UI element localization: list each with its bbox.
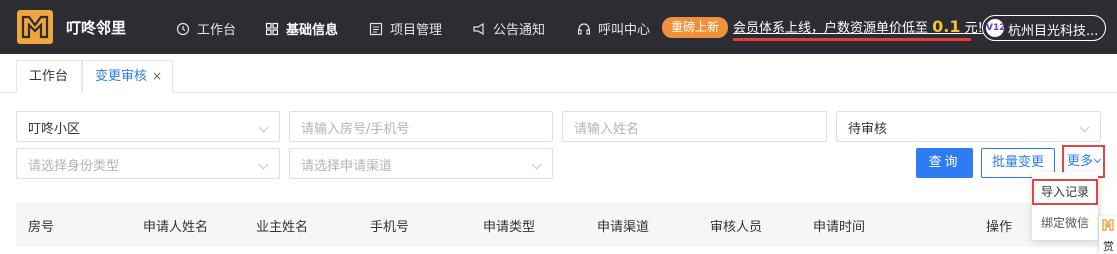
chevron-down-icon — [258, 159, 269, 170]
account-switcher[interactable]: V12 杭州目光科技... — [982, 15, 1106, 41]
nav-item-workbench[interactable]: 工作台 — [176, 19, 236, 38]
nav-item-label: 工作台 — [197, 23, 237, 38]
tab-label: 变更审核 — [95, 69, 148, 84]
side-widget-text: 赏 — [1103, 240, 1114, 253]
room-phone-placeholder: 请输入房号/手机号 — [301, 122, 410, 137]
logo-icon — [1102, 219, 1114, 231]
tab-label: 工作台 — [29, 69, 69, 84]
nav-item-label: 呼叫中心 — [598, 23, 651, 38]
column-header-apply-time: 申请时间 — [813, 220, 866, 235]
more-dropdown-menu: 导入记录 绑定微信 — [1032, 172, 1098, 240]
logo-icon — [21, 15, 49, 39]
tab-change-review[interactable]: 变更审核 × — [82, 60, 173, 93]
company-name: 杭州目光科技... — [1008, 24, 1099, 39]
community-value: 叮咚小区 — [28, 122, 81, 137]
query-button[interactable]: 查询 — [916, 148, 973, 178]
promo-link[interactable]: 会员体系上线，户数资源单价低至 0.1 元! — [733, 17, 983, 36]
highlight-underline — [733, 38, 971, 41]
channel-select[interactable]: 请选择申请渠道 — [289, 148, 553, 179]
chevron-down-icon — [1093, 155, 1102, 164]
community-select[interactable]: 叮咚小区 — [16, 111, 280, 142]
name-placeholder: 请输入姓名 — [574, 122, 640, 137]
headset-icon — [577, 22, 591, 35]
table-header: 房号 申请人姓名 业主姓名 手机号 申请类型 申请渠道 审核人员 申请时间 操作 — [16, 203, 1101, 247]
more-label: 更多 — [1067, 154, 1094, 169]
nav-item-basic-info[interactable]: 基础信息 — [265, 19, 338, 38]
promo-text-before: 会员体系上线，户数资源单价低至 — [733, 21, 933, 36]
nav-item-call-center[interactable]: 呼叫中心 — [577, 19, 650, 38]
megaphone-icon — [473, 22, 484, 35]
column-header-apply-type: 申请类型 — [483, 220, 536, 235]
status-value: 待审核 — [848, 122, 888, 137]
identity-type-select[interactable]: 请选择身份类型 — [16, 148, 280, 179]
close-icon[interactable]: × — [152, 69, 162, 83]
column-header-room: 房号 — [28, 220, 55, 235]
menu-item-bind-wechat[interactable]: 绑定微信 — [1032, 211, 1098, 235]
promo-number: 0.1 — [932, 17, 961, 36]
nav-item-label: 公告通知 — [493, 23, 546, 38]
promo-text-after: 元! — [960, 21, 983, 36]
app-logo[interactable] — [17, 10, 53, 44]
nav-item-label: 基础信息 — [286, 23, 339, 38]
tab-workbench[interactable]: 工作台 — [16, 60, 82, 93]
column-header-applicant: 申请人姓名 — [143, 220, 209, 235]
column-header-apply-channel: 申请渠道 — [597, 220, 650, 235]
nav-item-announcements[interactable]: 公告通知 — [472, 19, 545, 38]
column-header-actions: 操作 — [986, 220, 1013, 235]
nav-item-project-management[interactable]: 项目管理 — [369, 19, 442, 38]
identity-type-placeholder: 请选择身份类型 — [28, 159, 120, 174]
top-header: 叮咚邻里 工作台 基础信息 项目管理 公告通知 呼叫中心 重磅上新 会员体系上线… — [0, 0, 1117, 54]
column-header-owner: 业主姓名 — [256, 220, 309, 235]
room-phone-input[interactable]: 请输入房号/手机号 — [289, 111, 553, 142]
column-header-reviewer: 审核人员 — [710, 220, 763, 235]
name-input[interactable]: 请输入姓名 — [562, 111, 827, 142]
menu-item-import-records[interactable]: 导入记录 — [1032, 179, 1098, 205]
side-floating-widget[interactable]: 赏 — [1099, 216, 1117, 254]
promo-badge[interactable]: 重磅上新 — [662, 17, 728, 38]
chevron-down-icon — [531, 159, 542, 170]
status-select[interactable]: 待审核 — [836, 111, 1101, 142]
chevron-down-icon — [1079, 122, 1090, 133]
app-title: 叮咚邻里 — [66, 19, 127, 37]
chevron-down-icon — [258, 122, 269, 133]
tab-bar: 工作台 变更审核 × — [0, 54, 1117, 93]
channel-placeholder: 请选择申请渠道 — [301, 159, 393, 174]
vip-badge: V12 — [986, 19, 1006, 37]
grid-icon — [265, 22, 279, 35]
list-icon — [369, 22, 383, 35]
nav-item-label: 项目管理 — [390, 23, 443, 38]
clock-icon — [176, 22, 190, 35]
column-header-phone: 手机号 — [370, 220, 410, 235]
